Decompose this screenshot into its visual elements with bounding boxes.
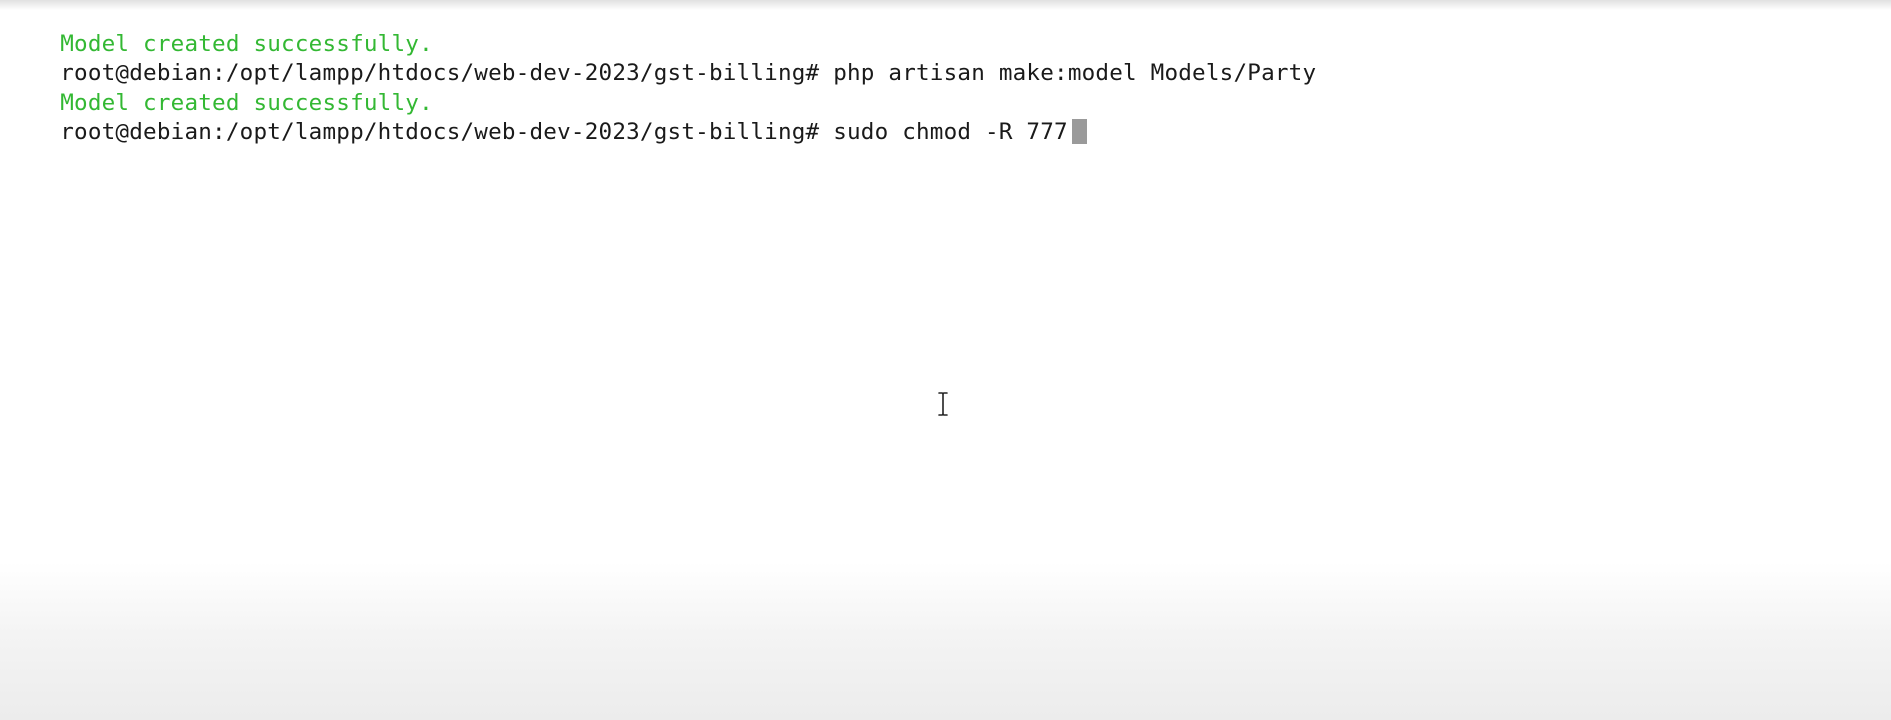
shell-prompt: root@debian:/opt/lampp/htdocs/web-dev-20… xyxy=(60,60,820,86)
command-text: php artisan make:model Models/Party xyxy=(833,60,1317,86)
terminal-window[interactable]: Model created successfully. root@debian:… xyxy=(0,0,1891,720)
command-input[interactable]: sudo chmod -R 777 xyxy=(833,119,1068,145)
text-cursor-ibeam-icon xyxy=(938,392,948,416)
shell-prompt: root@debian:/opt/lampp/htdocs/web-dev-20… xyxy=(60,119,820,145)
success-message: Model created successfully. xyxy=(60,89,433,116)
success-message: Model created successfully. xyxy=(60,30,433,57)
output-line-1: Model created successfully. xyxy=(5,0,1891,57)
block-cursor xyxy=(1071,119,1087,144)
